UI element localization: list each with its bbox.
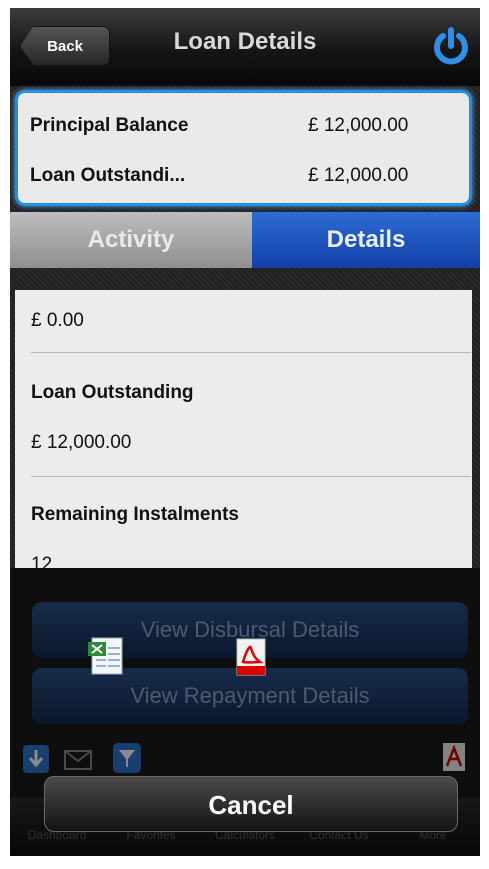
top-value: £ 0.00	[31, 310, 84, 331]
phone-screen: Back Loan Details Principal Balance £ 12…	[10, 8, 480, 856]
excel-icon[interactable]	[88, 636, 124, 676]
remaining-instalments-value: 12	[31, 554, 53, 568]
tab-details[interactable]: Details	[252, 212, 480, 268]
divider	[31, 352, 471, 353]
power-icon[interactable]	[430, 26, 472, 68]
pdf-icon[interactable]	[234, 638, 268, 676]
loan-outstanding-value: £ 12,000.00	[31, 432, 132, 453]
details-area: £ 0.00 Loan Outstanding £ 12,000.00 Rema…	[10, 268, 480, 568]
nav-bar: Back Loan Details	[10, 8, 480, 86]
segmented-tabs: Activity Details	[10, 212, 480, 268]
cancel-button[interactable]: Cancel	[44, 776, 458, 832]
principal-label: Principal Balance	[30, 115, 189, 136]
details-list[interactable]: £ 0.00 Loan Outstanding £ 12,000.00 Rema…	[15, 290, 472, 568]
outstanding-value: £ 12,000.00	[308, 165, 409, 186]
back-button[interactable]: Back	[20, 26, 110, 66]
summary-card: Principal Balance £ 12,000.00 Loan Outst…	[15, 90, 472, 206]
outstanding-label: Loan Outstandi...	[30, 165, 186, 186]
divider	[31, 476, 471, 477]
tab-activity[interactable]: Activity	[10, 212, 252, 268]
loan-outstanding-label: Loan Outstanding	[31, 382, 194, 403]
remaining-instalments-label: Remaining Instalments	[31, 504, 239, 525]
principal-value: £ 12,000.00	[308, 115, 409, 136]
summary-area: Principal Balance £ 12,000.00 Loan Outst…	[10, 86, 480, 212]
page-title: Loan Details	[173, 28, 317, 55]
